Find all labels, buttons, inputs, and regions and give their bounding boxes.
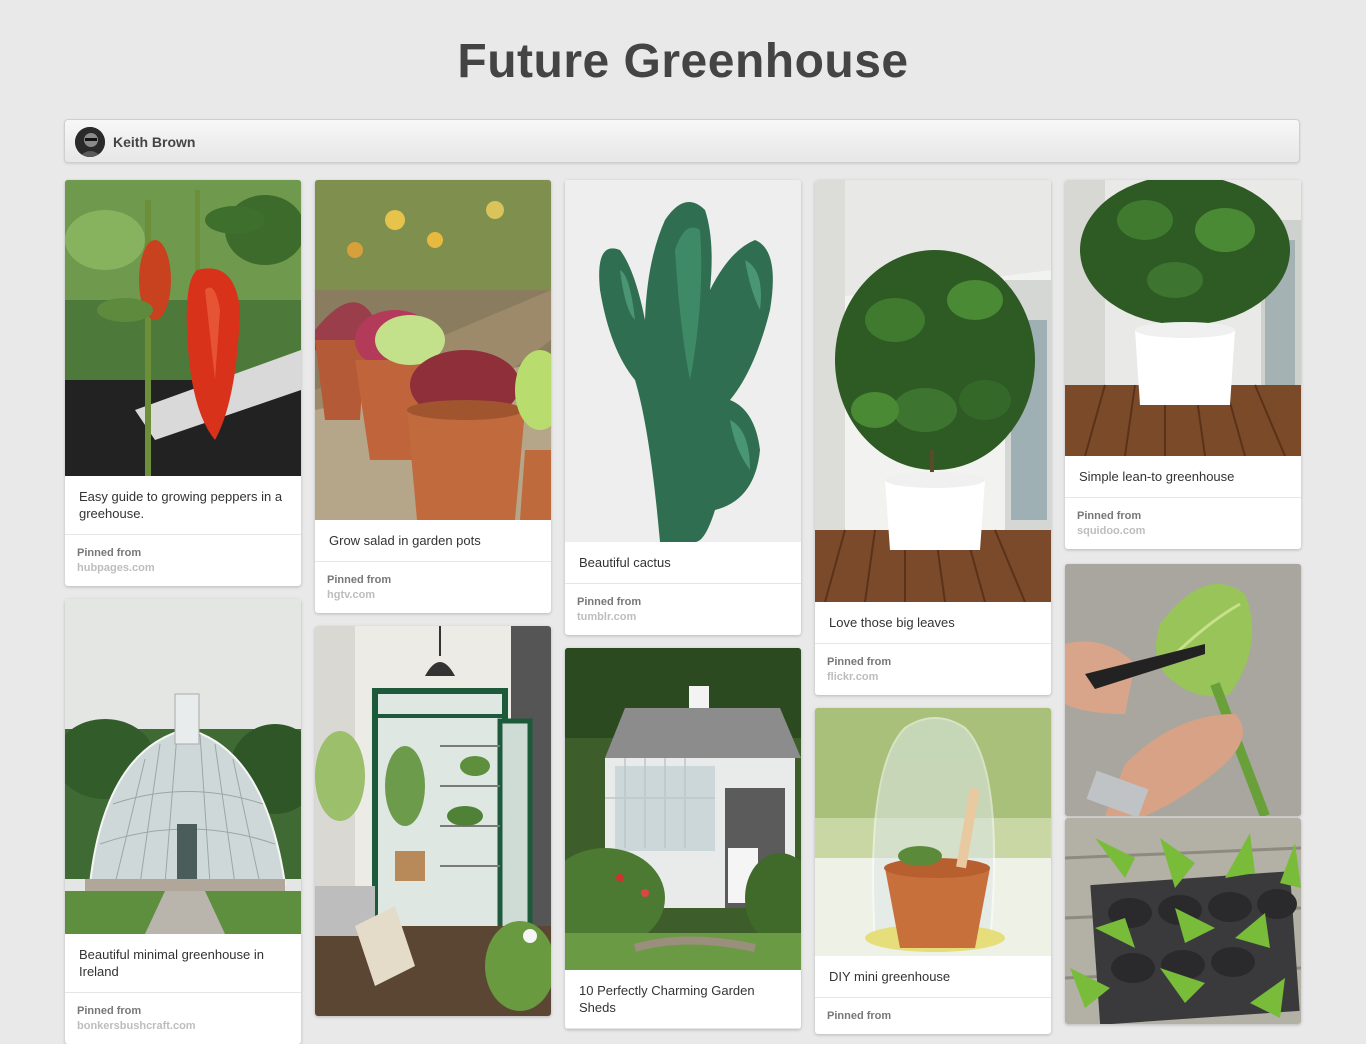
pinned-source-link[interactable]: squidoo.com (1077, 524, 1289, 539)
pin-image-cactus[interactable] (565, 180, 801, 542)
pin-card[interactable]: Beautiful minimal greenhouse in Ireland … (65, 599, 301, 1044)
board-title: Future Greenhouse (457, 35, 909, 88)
pinned-from-label: Pinned from (827, 656, 892, 668)
pin-card[interactable]: DIY mini greenhouse Pinned from (815, 708, 1051, 1034)
pin-card[interactable]: Grow salad in garden pots Pinned from hg… (315, 180, 551, 613)
pin-image-big-leaves[interactable] (815, 180, 1051, 602)
pin-image-mini-greenhouse[interactable] (815, 708, 1051, 956)
pin-source[interactable]: Pinned from hubpages.com (65, 535, 301, 586)
pinned-source-link[interactable]: flickr.com (827, 670, 1039, 685)
pin-description: 10 Perfectly Charming Garden Sheds (565, 970, 801, 1029)
owner-avatar[interactable] (75, 127, 105, 157)
pin-source[interactable]: Pinned from flickr.com (815, 644, 1051, 695)
board-owner-bar[interactable]: Keith Brown (64, 119, 1300, 163)
pin-card[interactable]: 10 Perfectly Charming Garden Sheds (565, 648, 801, 1029)
pinned-source-link[interactable]: bonkersbushcraft.com (77, 1019, 289, 1034)
pin-description: Easy guide to growing peppers in a greeh… (65, 476, 301, 535)
pinned-source-link[interactable]: hgtv.com (327, 588, 539, 603)
pin-source[interactable]: Pinned from hgtv.com (315, 562, 551, 613)
pin-source[interactable]: Pinned from bonkersbushcraft.com (65, 993, 301, 1044)
pinned-source-link[interactable]: tumblr.com (577, 610, 789, 625)
pin-description: Beautiful minimal greenhouse in Ireland (65, 934, 301, 993)
pin-description: Love those big leaves (815, 602, 1051, 644)
pin-card[interactable]: Beautiful cactus Pinned from tumblr.com (565, 180, 801, 635)
pinned-from-label: Pinned from (327, 574, 392, 586)
pin-card[interactable]: Easy guide to growing peppers in a greeh… (65, 180, 301, 586)
pin-card[interactable] (1065, 564, 1301, 816)
pin-image-peppers[interactable] (65, 180, 301, 476)
pin-description: Simple lean-to greenhouse (1065, 456, 1301, 498)
pin-card[interactable] (1065, 818, 1301, 1024)
pin-source[interactable]: Pinned from squidoo.com (1065, 498, 1301, 549)
pin-image-lean-to[interactable] (1065, 180, 1301, 456)
pin-source[interactable]: Pinned from tumblr.com (565, 584, 801, 635)
owner-name[interactable]: Keith Brown (113, 134, 195, 150)
pin-card[interactable]: Simple lean-to greenhouse Pinned from sq… (1065, 180, 1301, 549)
pinned-from-label: Pinned from (577, 596, 642, 608)
pinned-from-label: Pinned from (827, 1010, 892, 1022)
pin-description: Beautiful cactus (565, 542, 801, 584)
pin-image-greenhouse-ireland[interactable] (65, 599, 301, 934)
pin-image-leaf-tray[interactable] (1065, 818, 1301, 1024)
pin-description: DIY mini greenhouse (815, 956, 1051, 998)
pin-card[interactable]: Love those big leaves Pinned from flickr… (815, 180, 1051, 695)
pinned-source-link[interactable]: hubpages.com (77, 561, 289, 576)
pinned-from-label: Pinned from (77, 547, 142, 559)
pin-image-garden-shed[interactable] (565, 648, 801, 970)
pin-image-green-cabinet[interactable] (315, 626, 551, 1016)
pin-source[interactable]: Pinned from (815, 998, 1051, 1034)
pin-card[interactable] (315, 626, 551, 1016)
pin-image-leaf-cutting[interactable] (1065, 564, 1301, 816)
pin-image-salad-pots[interactable] (315, 180, 551, 520)
pin-description: Grow salad in garden pots (315, 520, 551, 562)
pinned-from-label: Pinned from (77, 1005, 142, 1017)
pinned-from-label: Pinned from (1077, 510, 1142, 522)
